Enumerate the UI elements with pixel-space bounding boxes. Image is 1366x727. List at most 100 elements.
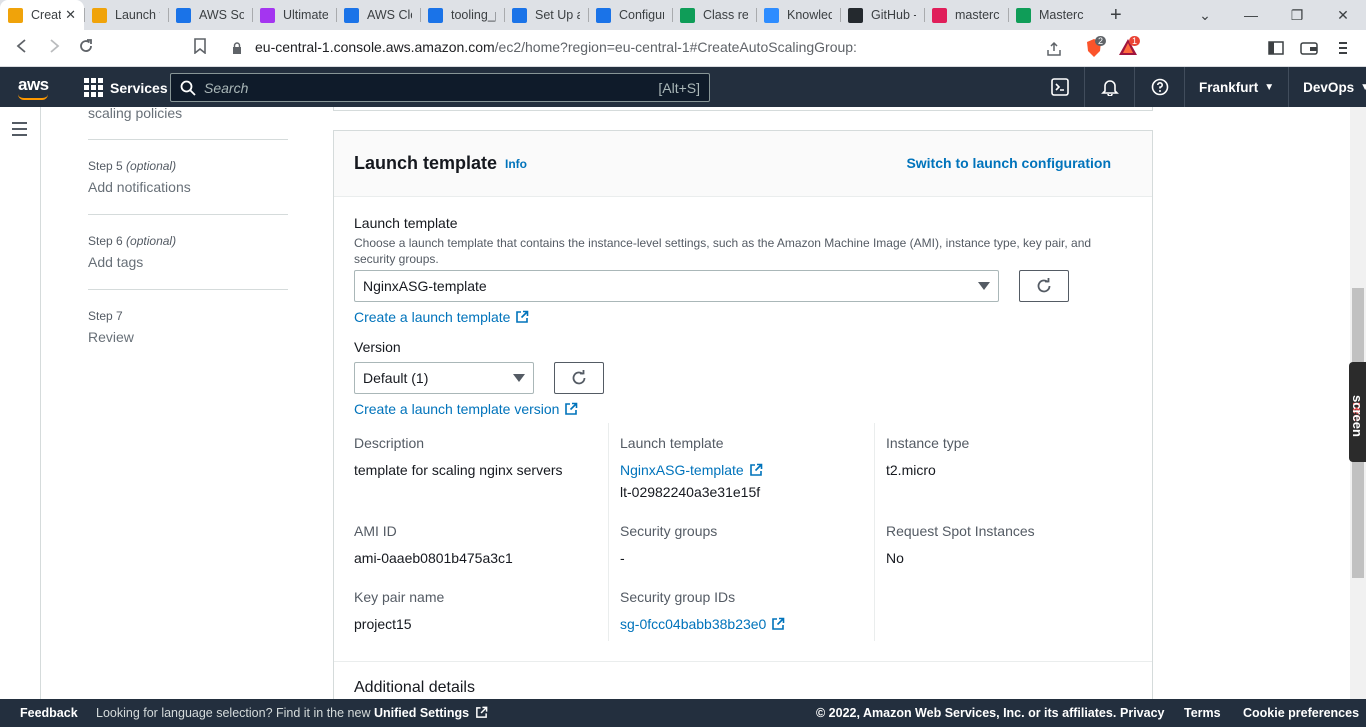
step-5-optional: (optional) [126, 159, 177, 173]
step-5-label: Step 5 [88, 159, 123, 173]
switch-to-launch-configuration-button[interactable]: Switch to launch configuration [906, 155, 1111, 171]
browser-tab[interactable]: tooling_p [420, 0, 504, 30]
aws-logo[interactable]: aws [18, 75, 49, 95]
url-host: eu-central-1.console.aws.amazon.com [255, 39, 495, 55]
udemy-icon [260, 7, 275, 23]
search-shortcut: [Alt+S] [658, 79, 700, 96]
version-select[interactable]: Default (1) [354, 362, 534, 394]
browser-tab[interactable]: Launch te [84, 0, 168, 30]
bookmark-icon[interactable] [184, 37, 216, 59]
browser-tab[interactable]: Creat ✕ [0, 0, 84, 30]
address-bar: eu-central-1.console.aws.amazon.com/ec2/… [0, 30, 1366, 67]
browser-tab-title: Ultimate [283, 8, 328, 22]
security-group-id-value: sg-0fcc04babb38b23e0 [620, 616, 767, 632]
sidebar-icon[interactable] [1268, 41, 1284, 55]
notifications-bell-icon[interactable] [1085, 67, 1135, 107]
browser-tab-title: Creat [31, 8, 62, 22]
external-link-icon [516, 310, 529, 323]
refresh-icon [1037, 278, 1051, 293]
github-icon [848, 7, 863, 23]
region-label: Frankfurt [1199, 79, 1259, 95]
step-divider [88, 214, 288, 215]
browser-tab-title: AWS Sol [199, 8, 244, 22]
minimize-icon[interactable]: — [1228, 7, 1274, 23]
spot-instances-field: Request Spot Instances No [886, 523, 1035, 566]
launch-template-value-link[interactable]: NginxASG-template [620, 462, 763, 478]
launch-template-value: NginxASG-template [620, 462, 744, 478]
browser-tab[interactable]: Set Up a [504, 0, 588, 30]
browser-tab[interactable]: Knowled [756, 0, 840, 30]
previous-panel-edge [333, 107, 1153, 111]
security-group-id-link[interactable]: sg-0fcc04babb38b23e0 [620, 616, 785, 632]
browser-tab-title: Class rec [703, 8, 748, 22]
aws-box-icon [92, 7, 107, 23]
services-menu[interactable]: Services [84, 78, 168, 97]
sheets-icon [680, 7, 695, 23]
cookie-preferences-link[interactable]: Cookie preferences [1243, 706, 1359, 720]
new-tab-button[interactable]: + [1110, 4, 1122, 27]
cloudshell-icon[interactable] [1035, 67, 1085, 107]
wallet-icon[interactable] [1300, 41, 1318, 55]
close-tab-icon[interactable]: ✕ [65, 7, 76, 23]
browser-tab[interactable]: AWS Clo [336, 0, 420, 30]
caret-down-icon [978, 282, 990, 290]
tab-search-icon[interactable]: ⌄ [1182, 7, 1228, 24]
reload-icon[interactable] [70, 38, 102, 59]
close-window-icon[interactable]: ✕ [1320, 7, 1366, 24]
browser-tab[interactable]: mastercl [924, 0, 1008, 30]
grid-icon [84, 78, 103, 97]
alert-badge: 1 [1129, 36, 1141, 46]
share-icon[interactable] [1046, 41, 1062, 57]
browser-tab[interactable]: Ultimate [252, 0, 336, 30]
info-link[interactable]: Info [505, 157, 527, 171]
region-selector[interactable]: Frankfurt ▼ [1185, 67, 1290, 107]
browser-tab[interactable]: Mastercl [1008, 0, 1092, 30]
help-icon[interactable] [1135, 67, 1185, 107]
security-groups-field: Security groups - [620, 523, 717, 566]
url-text[interactable]: eu-central-1.console.aws.amazon.com/ec2/… [255, 39, 857, 55]
services-label: Services [110, 79, 168, 96]
unified-settings-link[interactable]: Unified Settings [374, 706, 469, 720]
hamburger-menu-icon[interactable] [12, 122, 27, 140]
feedback-button[interactable]: Feedback [20, 706, 78, 720]
key-pair-key: Key pair name [354, 589, 445, 605]
caret-down-icon [513, 374, 525, 382]
browser-tab-title: mastercl [955, 8, 1000, 22]
search-input[interactable]: Search [Alt+S] [170, 73, 710, 102]
ami-id-value: ami-0aaeb0801b475a3c1 [354, 550, 513, 566]
external-link-icon [772, 617, 785, 630]
browser-tab-title: GitHub - [871, 8, 916, 22]
aws-box-icon [8, 7, 23, 23]
browser-tab-title: Knowled [787, 8, 832, 22]
terms-link[interactable]: Terms [1184, 706, 1221, 720]
step-4-name-continued: scaling policies [88, 105, 183, 121]
slack-icon [932, 7, 947, 23]
back-icon[interactable] [6, 38, 38, 59]
create-launch-template-version-link[interactable]: Create a launch template version [354, 401, 578, 417]
ami-id-field: AMI ID ami-0aaeb0801b475a3c1 [354, 523, 513, 566]
browser-tab[interactable]: GitHub - [840, 0, 924, 30]
launch-template-select[interactable]: NginxASG-template [354, 270, 999, 302]
description-field: Description template for scaling nginx s… [354, 435, 563, 478]
brave-rewards-icon[interactable]: 1 [1118, 36, 1142, 58]
menu-icon[interactable] [1338, 41, 1348, 55]
screenrec-widget[interactable]: screen rec [1349, 362, 1366, 462]
refresh-templates-button[interactable] [1019, 270, 1069, 302]
browser-tab[interactable]: Configur [588, 0, 672, 30]
browser-tab-strip: Creat✕Launch teAWS SolUltimateAWS Clotoo… [0, 0, 1366, 30]
restore-icon[interactable]: ❐ [1274, 7, 1320, 24]
create-launch-template-link[interactable]: Create a launch template [354, 309, 529, 325]
launch-template-select-value: NginxASG-template [363, 278, 487, 294]
forward-icon[interactable] [38, 38, 70, 59]
browser-tab[interactable]: Class rec [672, 0, 756, 30]
browser-tab-title: AWS Clo [367, 8, 412, 22]
caret-down-icon: ▼ [1264, 81, 1275, 93]
account-menu[interactable]: DevOps ▼ [1289, 67, 1366, 107]
refresh-versions-button[interactable] [554, 362, 604, 394]
screenrec-label-a: screen [1350, 395, 1365, 437]
brave-shield-icon[interactable]: 2 [1085, 36, 1107, 58]
browser-tab[interactable]: AWS Sol [168, 0, 252, 30]
additional-details-toggle[interactable]: Additional details [354, 679, 475, 697]
security-group-ids-key: Security group IDs [620, 589, 736, 605]
privacy-link[interactable]: Privacy [1120, 706, 1164, 720]
